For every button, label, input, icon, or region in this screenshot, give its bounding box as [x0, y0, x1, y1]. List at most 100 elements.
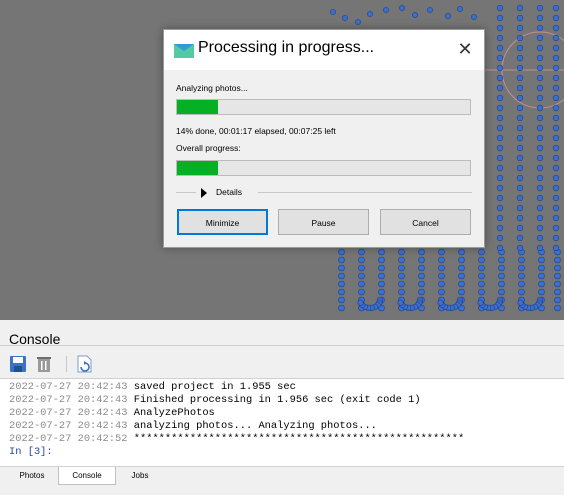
- log-line: 2022-07-27 20:42:43 AnalyzePhotos: [9, 407, 215, 419]
- progress-status-text: 14% done, 00:01:17 elapsed, 00:07:25 lef…: [176, 126, 336, 136]
- point-marker: [358, 280, 365, 288]
- point-marker: [536, 144, 544, 152]
- point-marker: [516, 14, 524, 22]
- point-marker: [554, 264, 561, 272]
- point-marker: [496, 174, 504, 182]
- point-marker: [516, 24, 524, 32]
- point-marker: [516, 104, 524, 112]
- point-marker: [538, 256, 545, 264]
- log-line: 2022-07-27 20:42:52 ********************…: [9, 433, 465, 445]
- tab-console[interactable]: Console: [58, 467, 116, 485]
- point-marker: [496, 34, 504, 42]
- cancel-button[interactable]: Cancel: [380, 209, 471, 235]
- point-marker: [378, 280, 385, 288]
- point-marker: [496, 244, 504, 252]
- point-marker: [536, 154, 544, 162]
- point-marker: [516, 64, 524, 72]
- console-prompt[interactable]: In [3]:: [9, 446, 53, 458]
- tab-photos[interactable]: Photos: [8, 467, 56, 485]
- point-marker: [445, 13, 451, 19]
- console-toolbar: [0, 346, 564, 378]
- point-marker: [338, 280, 345, 288]
- tab-jobs[interactable]: Jobs: [118, 467, 162, 485]
- task-progress-bar: [176, 99, 471, 115]
- point-marker: [496, 204, 504, 212]
- point-marker: [358, 248, 365, 256]
- point-marker: [536, 104, 544, 112]
- point-marker: [516, 44, 524, 52]
- point-marker: [397, 299, 404, 306]
- point-marker: [516, 164, 524, 172]
- point-marker: [496, 24, 504, 32]
- point-marker: [516, 114, 524, 122]
- point-marker: [538, 280, 545, 288]
- point-marker: [496, 44, 504, 52]
- point-marker: [554, 272, 561, 280]
- point-marker: [516, 214, 524, 222]
- point-marker: [498, 264, 505, 272]
- dialog-title-bar: Processing in progress... ✕: [164, 30, 484, 70]
- pause-button[interactable]: Pause: [278, 209, 369, 235]
- point-marker: [338, 256, 345, 264]
- point-marker: [552, 84, 560, 92]
- clear-icon[interactable]: [35, 355, 53, 373]
- point-marker: [358, 272, 365, 280]
- point-marker: [554, 304, 561, 312]
- expand-arrow-icon[interactable]: [201, 188, 207, 198]
- point-marker: [338, 296, 345, 304]
- log-line: 2022-07-27 20:42:43 analyzing photos... …: [9, 420, 377, 432]
- point-marker: [552, 144, 560, 152]
- point-marker: [378, 288, 385, 296]
- point-marker: [458, 280, 465, 288]
- point-marker: [536, 234, 544, 242]
- point-marker: [418, 256, 425, 264]
- point-marker: [536, 164, 544, 172]
- point-marker: [418, 264, 425, 272]
- point-marker: [552, 194, 560, 202]
- point-marker: [536, 244, 544, 252]
- point-marker: [338, 288, 345, 296]
- point-marker: [438, 256, 445, 264]
- point-marker: [438, 280, 445, 288]
- point-marker: [471, 14, 477, 20]
- divider: [258, 192, 472, 193]
- point-marker: [516, 54, 524, 62]
- details-expander[interactable]: Details: [176, 186, 472, 200]
- point-marker: [496, 194, 504, 202]
- point-marker: [516, 204, 524, 212]
- point-marker: [536, 44, 544, 52]
- point-marker: [438, 288, 445, 296]
- point-marker: [516, 234, 524, 242]
- point-marker: [399, 5, 405, 11]
- point-marker: [498, 272, 505, 280]
- point-marker: [552, 174, 560, 182]
- point-marker: [552, 204, 560, 212]
- point-marker: [478, 248, 485, 256]
- point-marker: [478, 288, 485, 296]
- task-progress-fill: [177, 100, 219, 114]
- console-output[interactable]: 2022-07-27 20:42:43 saved project in 1.9…: [0, 378, 564, 466]
- point-marker: [552, 64, 560, 72]
- point-marker: [518, 272, 525, 280]
- point-marker: [516, 74, 524, 82]
- close-icon[interactable]: ✕: [452, 36, 478, 62]
- point-marker: [496, 184, 504, 192]
- point-marker: [458, 248, 465, 256]
- point-marker: [358, 256, 365, 264]
- point-marker: [418, 280, 425, 288]
- point-marker: [496, 214, 504, 222]
- minimize-button[interactable]: Minimize: [177, 209, 268, 235]
- execute-icon[interactable]: [75, 355, 93, 373]
- point-marker: [536, 84, 544, 92]
- point-marker: [498, 280, 505, 288]
- save-icon[interactable]: [9, 355, 27, 373]
- details-label[interactable]: Details: [216, 187, 242, 197]
- point-marker: [516, 84, 524, 92]
- point-marker: [358, 288, 365, 296]
- point-marker: [516, 194, 524, 202]
- point-marker: [552, 54, 560, 62]
- point-marker: [536, 204, 544, 212]
- point-marker: [496, 64, 504, 72]
- point-marker: [367, 11, 373, 17]
- point-marker: [477, 299, 484, 306]
